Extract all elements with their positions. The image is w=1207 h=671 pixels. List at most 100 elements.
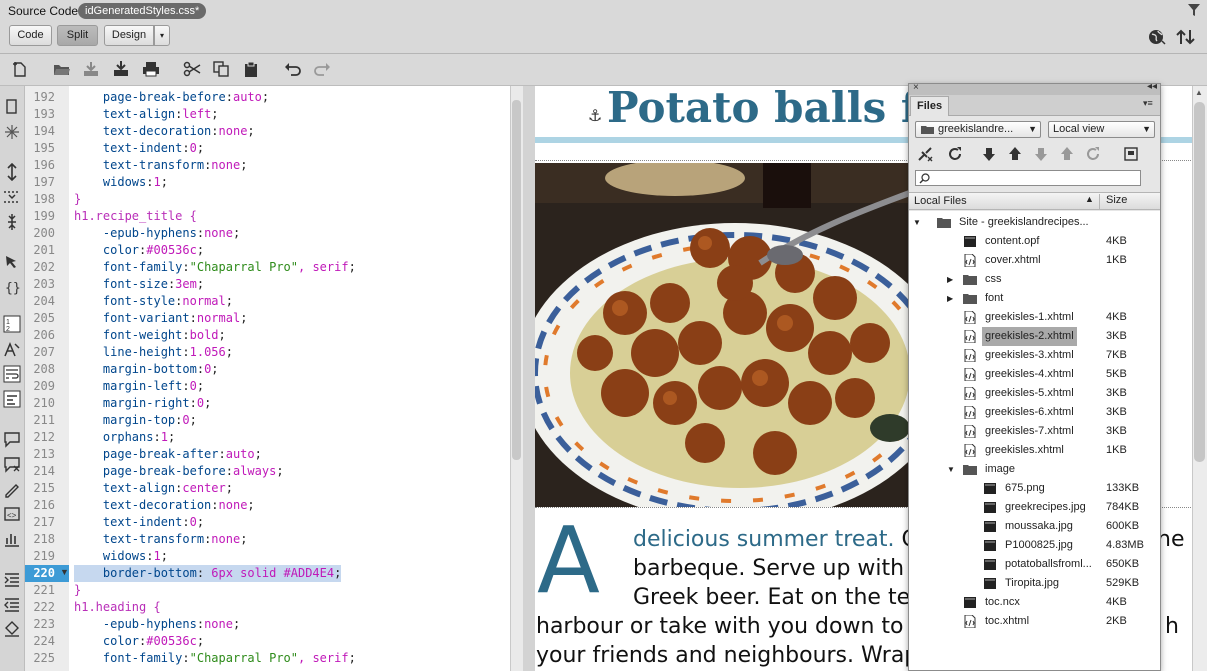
new-document-icon[interactable] [11,60,29,78]
wrap-tag-icon[interactable] [3,480,21,498]
file-tree-row[interactable]: toc.xhtml 2KB [909,612,1160,631]
code-view-button[interactable]: Code [9,25,52,46]
code-line[interactable]: line-height:1.056; [74,344,233,361]
related-file-tab[interactable]: idGeneratedStyles.css* [78,3,207,19]
file-tree-row[interactable]: potatoballsfroml... 650KB [909,555,1160,574]
body-line-5[interactable]: your friends and neighbours. Wrap [536,643,918,669]
line-number[interactable]: 199 [25,208,69,225]
line-number[interactable]: 193 [25,106,69,123]
file-tree-row[interactable]: toc.ncx 4KB [909,593,1160,612]
panel-title-bar[interactable]: × ◂◂ [909,84,1160,95]
line-number[interactable]: 197 [25,174,69,191]
connect-icon[interactable] [917,146,933,162]
code-line[interactable]: h1.heading { [74,599,161,616]
save-all-icon[interactable] [112,60,130,78]
file-tree-row[interactable]: greekisles-7.xhtml 3KB [909,422,1160,441]
line-number[interactable]: 218 [25,531,69,548]
code-line[interactable]: font-family:"Chaparral Pro", serif; [74,259,356,276]
code-line[interactable]: font-style:normal; [74,293,233,310]
code-line[interactable]: text-transform:none; [74,157,248,174]
print-icon[interactable] [142,60,160,78]
get-files-icon[interactable] [981,146,997,162]
files-tab[interactable]: Files [910,96,950,116]
file-tree-row[interactable]: greekisles-6.xhtml 3KB [909,403,1160,422]
code-editor[interactable]: 192 193 194 195 196 197 198 199 200 201 202 203 204 2… [25,86,510,671]
line-number[interactable]: 217 [25,514,69,531]
line-number[interactable]: 194 [25,123,69,140]
code-line[interactable]: font-weight:bold; [74,327,226,344]
split-view-button[interactable]: Split [57,25,98,46]
refresh-icon[interactable] [947,146,963,162]
design-view-dropdown[interactable]: ▾ [154,25,170,46]
syntax-coloring-icon[interactable] [3,390,21,408]
code-line[interactable]: font-variant:normal; [74,310,248,327]
code-line[interactable]: margin-right:0; [74,395,211,412]
line-number[interactable]: 212 [25,429,69,446]
line-number[interactable]: 215 [25,480,69,497]
put-files-icon[interactable] [1007,146,1023,162]
line-number[interactable]: 201 [25,242,69,259]
recent-snippets-icon[interactable]: <> [3,505,21,523]
code-line[interactable]: } [74,582,81,599]
code-line[interactable]: margin-left:0; [74,378,204,395]
code-line[interactable]: margin-bottom:0; [74,361,219,378]
code-line[interactable]: font-family:"Chaparral Pro", serif; [74,650,356,667]
open-folder-icon[interactable] [53,60,71,78]
show-code-navigator-icon[interactable] [3,123,21,141]
globe-icon[interactable] [1148,28,1166,46]
cut-icon[interactable] [183,60,201,78]
word-wrap-icon[interactable] [3,365,21,383]
file-tree-row[interactable]: ▶ font [909,289,1160,308]
body-line-4[interactable]: harbour or take with you down to t [536,614,919,640]
code-line[interactable]: text-align:center; [74,480,233,497]
disclosure-expanded-icon[interactable]: ▼ [913,213,921,232]
line-numbers-icon[interactable]: 12 [3,315,21,333]
file-transfer-icon[interactable] [1176,28,1198,46]
file-tree-row[interactable]: ▶ css [909,270,1160,289]
line-number[interactable]: 202 [25,259,69,276]
line-number[interactable]: 209 [25,378,69,395]
file-tree-row[interactable]: greekisles-1.xhtml 4KB [909,308,1160,327]
file-tree-row[interactable]: 675.png 133KB [909,479,1160,498]
copy-icon[interactable] [212,60,230,78]
line-number[interactable]: 223 [25,616,69,633]
file-tree-row[interactable]: greekisles-5.xhtml 3KB [909,384,1160,403]
file-tree-row[interactable]: greekisles-2.xhtml 3KB [909,327,1160,346]
line-number[interactable]: 203 [25,276,69,293]
code-line[interactable]: text-align:left; [74,106,219,123]
outdent-code-icon[interactable] [3,595,21,613]
line-number[interactable]: 200 [25,225,69,242]
synchronize-icon[interactable] [1085,146,1101,162]
local-files-column-header[interactable]: Local Files [914,195,967,207]
file-tree-row[interactable]: ▼ image [909,460,1160,479]
line-number[interactable]: 224 [25,633,69,650]
line-number[interactable]: 213 [25,446,69,463]
line-number[interactable]: 206 [25,327,69,344]
line-number[interactable]: 195 [25,140,69,157]
line-number[interactable]: 205 [25,310,69,327]
code-scrollbar-thumb[interactable] [512,100,521,460]
expand-panel-icon[interactable] [1123,146,1139,162]
code-line[interactable]: font-size:3em; [74,276,204,293]
drop-cap[interactable]: A [537,511,600,611]
file-tree-row[interactable]: moussaka.jpg 600KB [909,517,1160,536]
code-line[interactable]: orphans:1; [74,429,175,446]
check-out-icon[interactable] [1033,146,1049,162]
body-line-1[interactable]: delicious summer treat. C [633,527,917,553]
code-line[interactable]: color:#00536c; [74,633,204,650]
code-line[interactable]: page-break-after:auto; [74,446,262,463]
code-line[interactable]: text-decoration:none; [74,123,255,140]
remove-comment-icon[interactable] [3,455,21,473]
file-tree-row[interactable]: content.opf 4KB [909,232,1160,251]
line-number[interactable]: 198 [25,191,69,208]
code-line[interactable]: page-break-before:always; [74,463,284,480]
indent-code-icon[interactable] [3,570,21,588]
code-line[interactable]: h1.recipe_title { [74,208,197,225]
file-search-input[interactable] [915,170,1141,186]
line-number[interactable]: 222 [25,599,69,616]
code-line[interactable]: page-break-before:auto; [74,89,269,106]
code-line[interactable]: text-decoration:none; [74,497,255,514]
body-line-2[interactable]: barbeque. Serve up with l [633,556,917,582]
body-line-1-end[interactable]: he [1157,527,1184,553]
source-code-label[interactable]: Source Code [8,4,78,18]
